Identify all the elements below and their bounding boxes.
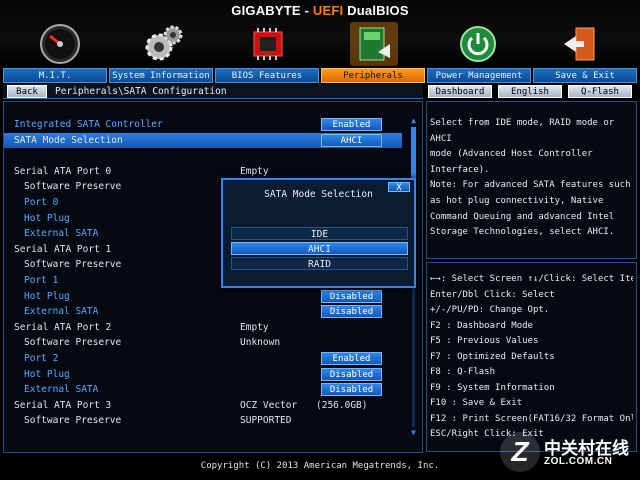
speedometer-icon[interactable] (36, 22, 84, 66)
setting-label: Port 0 (24, 197, 59, 208)
bios-header: GIGABYTE - UEFI DualBIOS (0, 0, 640, 68)
setting-row[interactable]: Software Preserve Unknown (4, 335, 402, 350)
back-button[interactable]: Back (7, 85, 47, 98)
help-line: Storage Technologies, select AHCI. (430, 227, 615, 238)
tab-bios-features[interactable]: BIOS Features (215, 68, 319, 83)
dashboard-button[interactable]: Dashboard (428, 85, 492, 98)
setting-row[interactable]: Port 2 Enabled (4, 351, 402, 366)
setting-option-button[interactable]: Disabled (321, 289, 382, 303)
tab-peripherals[interactable]: Peripherals (321, 68, 425, 83)
setting-option-button[interactable]: Disabled (321, 305, 382, 319)
setting-value: Empty (240, 321, 269, 333)
main-tabs: M.I.T. System Information BIOS Features … (3, 68, 637, 83)
key-legend-line: +/-/PU/PD: Change Opt. (430, 305, 550, 315)
save-exit-icon[interactable] (556, 22, 604, 66)
setting-row[interactable]: SATA Mode Selection AHCI (4, 132, 402, 148)
peripherals-icon[interactable] (350, 22, 398, 66)
setting-row (4, 148, 402, 163)
setting-label: Hot Plug (24, 212, 70, 224)
tab-system-information[interactable]: System Information (109, 68, 213, 83)
scroll-down-arrow-icon[interactable]: ▼ (409, 429, 418, 437)
setting-option-button[interactable]: Enabled (321, 118, 382, 131)
setting-option-button[interactable]: Disabled (321, 367, 382, 381)
setting-row[interactable]: Serial ATA Port 0 Empty (4, 164, 402, 179)
help-panel: Select from IDE mode, RAID mode or AHCI … (426, 101, 637, 259)
key-legend-line: F2 : Dashboard Mode (430, 320, 533, 331)
watermark-url: ZOL.COM.CN (544, 456, 613, 467)
setting-value: Unknown (240, 337, 281, 349)
setting-row[interactable]: Hot Plug Disabled (4, 289, 402, 304)
setting-value-extra: (256.0GB) (316, 399, 368, 411)
key-legend-line: ←→: Select Screen ↑↓/Click: Select Item (430, 274, 633, 284)
key-legend-line: F5 : Previous Values (430, 336, 539, 346)
setting-label: Serial ATA Port 3 (14, 399, 112, 411)
setting-label: External SATA (24, 228, 99, 240)
setting-value: Empty (240, 165, 269, 177)
setting-value: OCZ Vector (240, 399, 298, 411)
setting-label: External SATA (24, 306, 99, 318)
option-ahci[interactable]: AHCI (231, 242, 408, 255)
setting-label: Hot Plug (24, 368, 70, 380)
setting-option-button[interactable]: AHCI (321, 133, 382, 147)
tab-power-management[interactable]: Power Management (427, 68, 531, 83)
setting-label: Software Preserve (24, 415, 122, 427)
setting-row[interactable]: Software Preserve SUPPORTED (4, 413, 402, 428)
setting-option-button[interactable]: Enabled (321, 352, 382, 365)
setting-label: Software Preserve (24, 337, 122, 349)
brand-dualbios: DualBIOS (343, 3, 409, 18)
key-legend-line: F10 : Save & Exit (430, 398, 523, 408)
help-line: mode (Advanced Host Controller (430, 149, 593, 160)
qflash-button[interactable]: Q-Flash (568, 85, 632, 98)
setting-label: Serial ATA Port 1 (14, 243, 112, 255)
setting-value: SUPPORTED (240, 415, 292, 427)
setting-row[interactable]: Serial ATA Port 3 OCZ Vector (256.0GB) (4, 398, 402, 413)
setting-label: SATA Mode Selection (14, 134, 123, 146)
power-icon[interactable] (454, 22, 502, 66)
key-legend-line: F12 : Print Screen(FAT16/32 Format Only) (430, 413, 633, 424)
brand-uefi: UEFI (312, 3, 344, 18)
setting-option-button[interactable]: Disabled (321, 383, 382, 397)
setting-label: Serial ATA Port 2 (14, 321, 112, 333)
setting-label: Port 1 (24, 275, 59, 286)
chip-icon[interactable] (244, 22, 292, 66)
setting-row[interactable]: Hot Plug Disabled (4, 367, 402, 382)
help-line: Note: For advanced SATA features such (430, 180, 631, 191)
setting-label: Hot Plug (24, 290, 70, 302)
setting-label: Port 2 (24, 353, 59, 364)
option-raid[interactable]: RAID (231, 257, 408, 270)
brand-title: GIGABYTE - UEFI DualBIOS (0, 3, 640, 18)
option-ide[interactable]: IDE (231, 227, 408, 240)
tab-save-exit[interactable]: Save & Exit (533, 68, 637, 83)
setting-row[interactable]: Integrated SATA Controller Enabled (4, 117, 402, 132)
help-line: Select from IDE mode, RAID mode or AHCI (430, 118, 615, 144)
setting-row[interactable]: Serial ATA Port 2 Empty (4, 320, 402, 335)
popup-title: SATA Mode Selection (264, 189, 373, 200)
help-line: as hot plug connectivity, Native (430, 195, 604, 206)
setting-label: Serial ATA Port 0 (14, 165, 112, 177)
setting-row[interactable]: External SATA Disabled (4, 382, 402, 397)
setting-label: External SATA (24, 384, 99, 396)
breadcrumb: Peripherals\SATA Configuration (55, 86, 227, 97)
key-legend-line: F8 : Q-Flash (430, 367, 496, 377)
breadcrumb-bar: Back Peripherals\SATA Configuration (3, 84, 423, 99)
key-legend-line: F9 : System Information (430, 382, 555, 393)
key-legend-panel: ←→: Select Screen ↑↓/Click: Select Item … (426, 262, 637, 452)
tab-mit[interactable]: M.I.T. (3, 68, 107, 83)
sata-mode-popup: SATA Mode Selection X IDE AHCI RAID (221, 178, 416, 288)
key-legend-line: Enter/Dbl Click: Select (430, 289, 555, 300)
help-line: Interface). (430, 164, 490, 175)
popup-close-button[interactable]: X (388, 182, 410, 193)
setting-label: Software Preserve (24, 181, 122, 193)
language-button[interactable]: English (498, 85, 562, 98)
brand-gigabyte: GIGABYTE - (231, 3, 313, 18)
zol-logo-icon: Z (500, 432, 540, 472)
setting-label: Integrated SATA Controller (14, 119, 163, 130)
setting-row[interactable]: External SATA Disabled (4, 304, 402, 319)
setting-label: Software Preserve (24, 259, 122, 271)
gears-icon[interactable] (140, 22, 188, 66)
scroll-up-arrow-icon[interactable]: ▲ (409, 117, 418, 125)
key-legend-line: F7 : Optimized Defaults (430, 351, 555, 362)
watermark: Z 中关村在线 ZOL.COM.CN (500, 428, 640, 478)
help-line: Command Queuing and advanced Intel (430, 211, 615, 222)
